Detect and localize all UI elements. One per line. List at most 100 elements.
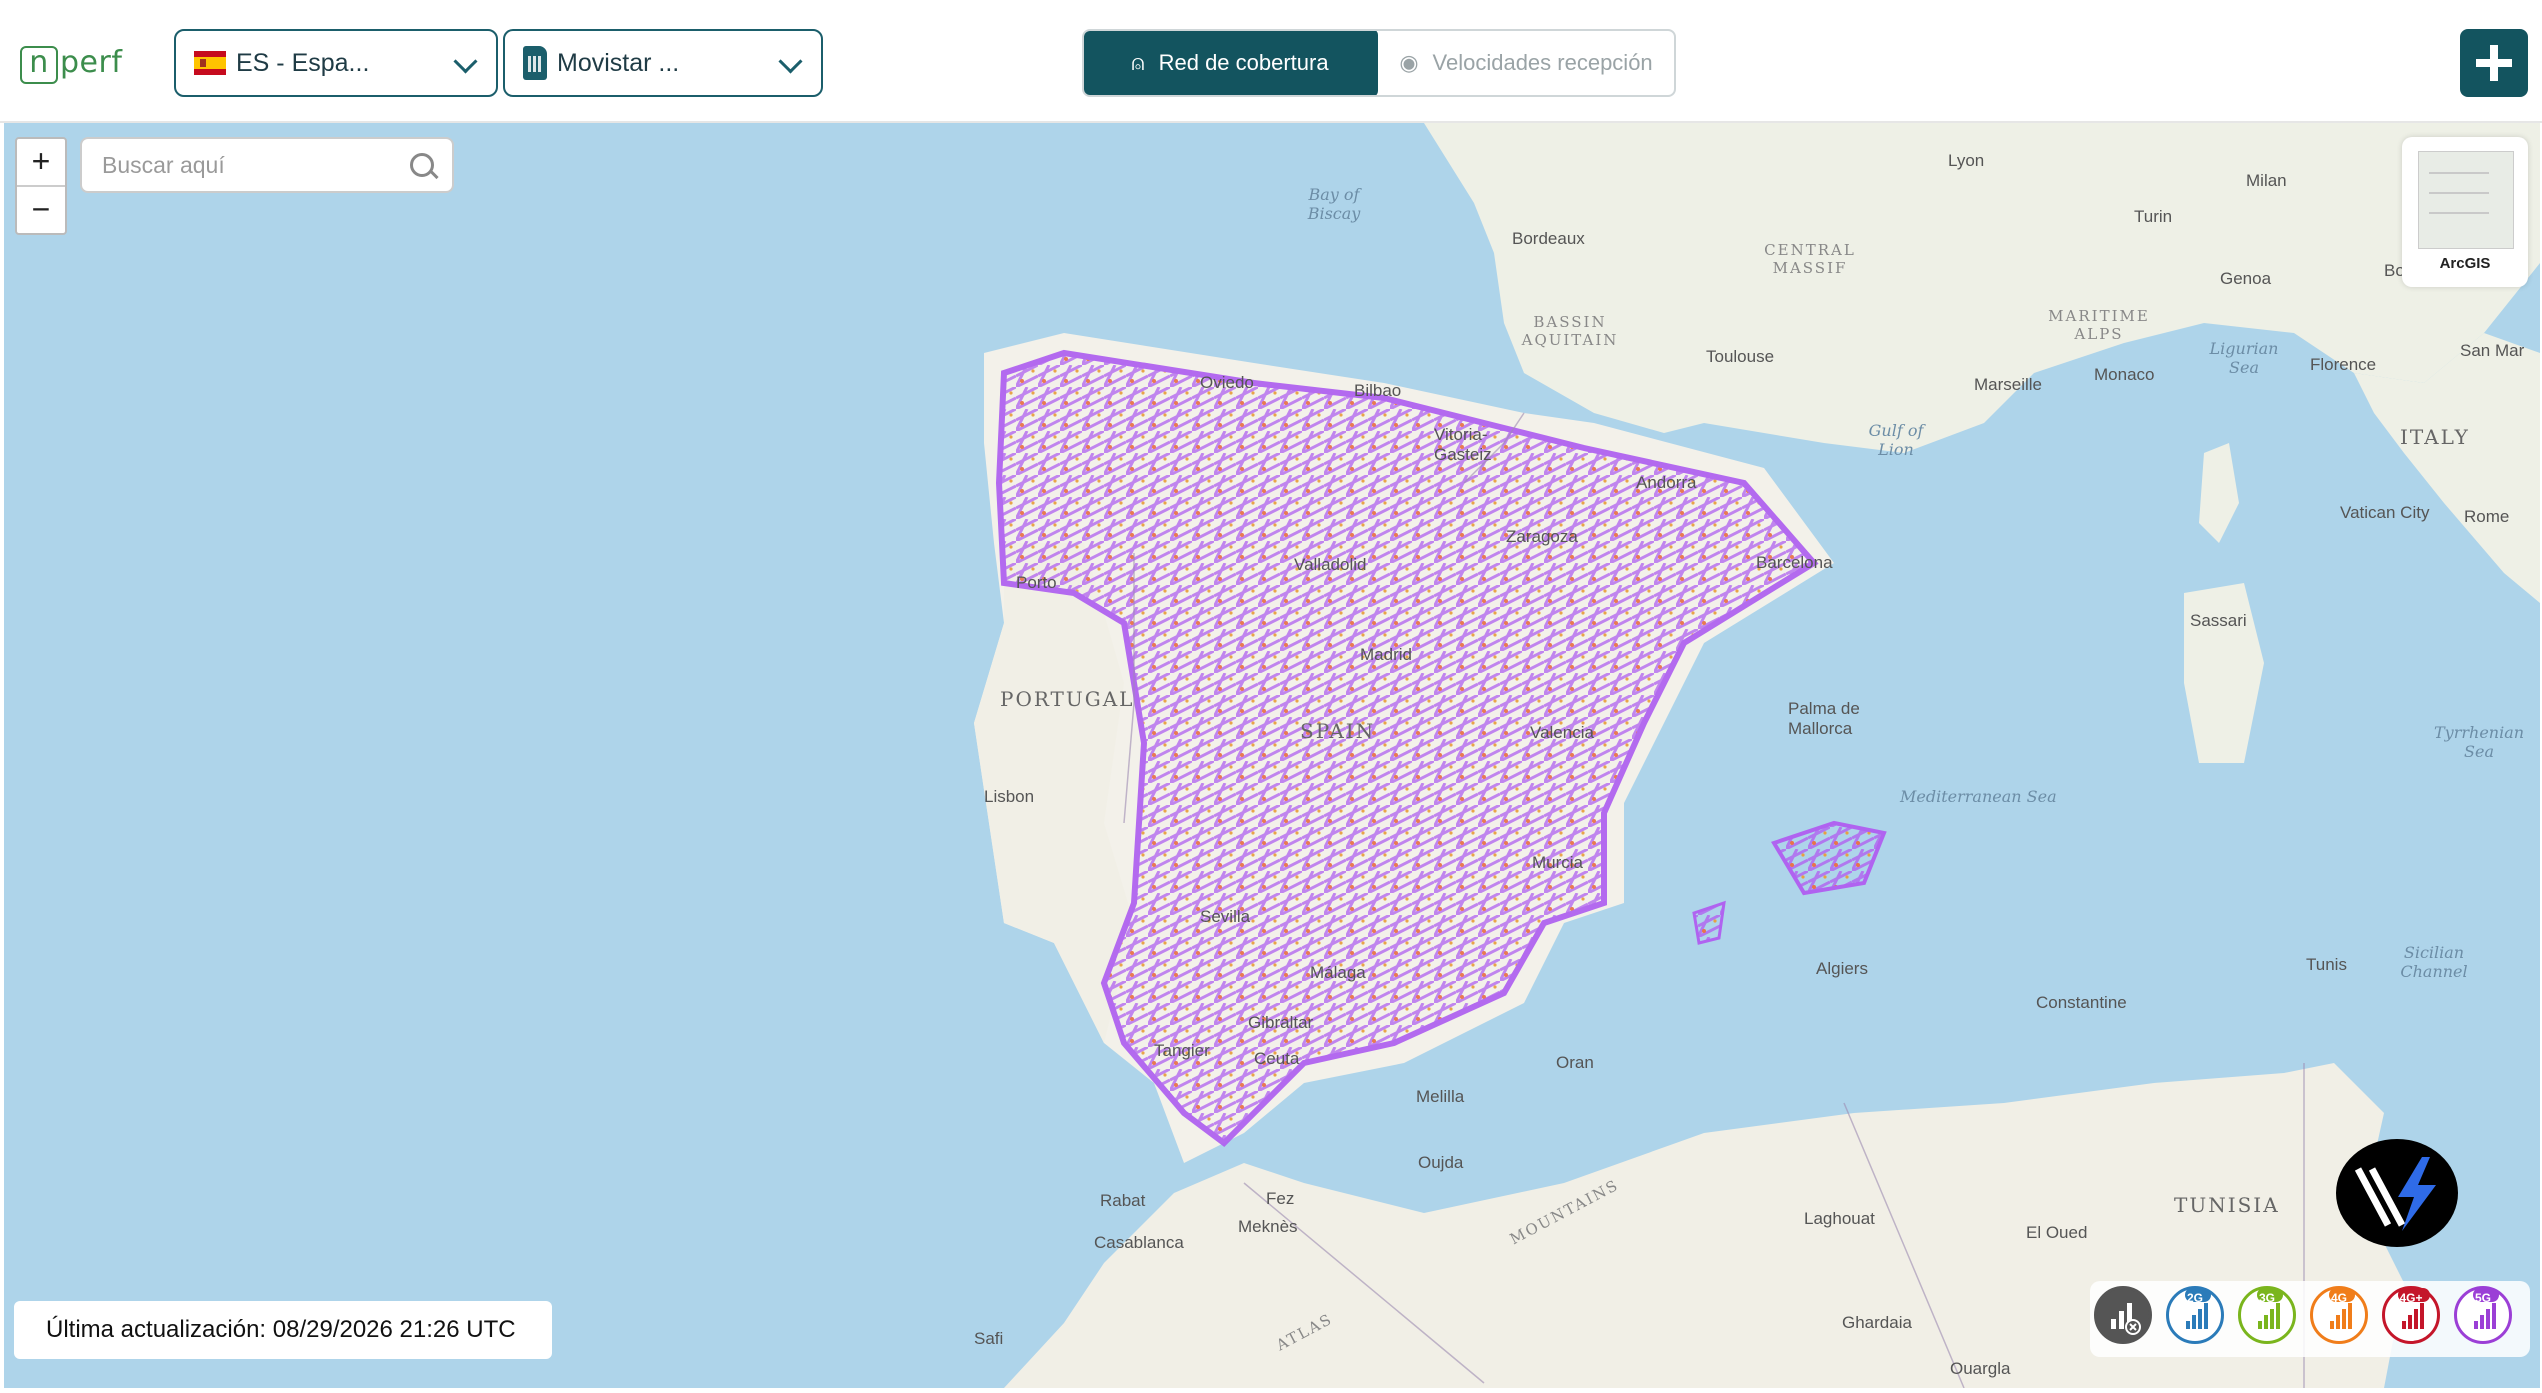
last-update-label: Última actualización: 08/29/2026 21:26 U… xyxy=(14,1301,552,1359)
country-select-label: ES - Espa... xyxy=(236,48,370,77)
map-label: Bordeaux xyxy=(1512,229,1585,248)
operator-select[interactable]: Movistar ... xyxy=(503,29,823,97)
map-label: MARITIME ALPS xyxy=(2048,307,2150,343)
map-label: Rabat xyxy=(1100,1191,1146,1210)
chevron-down-icon xyxy=(453,49,478,74)
map-label: Lisbon xyxy=(984,787,1035,806)
map-label: Oviedo xyxy=(1200,373,1254,392)
map-label: El Oued xyxy=(2026,1223,2088,1242)
operator-select-label: Movistar ... xyxy=(557,48,680,77)
legend-5g[interactable]: 5G xyxy=(2454,1286,2512,1344)
map-label: Genoa xyxy=(2220,269,2272,288)
tab-coverage[interactable]: ⍝ Red de cobertura xyxy=(1084,31,1378,95)
map-label: Ceuta xyxy=(1254,1049,1300,1068)
map-label: Safi xyxy=(974,1329,1004,1348)
map-label: Mediterranean Sea xyxy=(1900,787,2057,806)
speed-pin-icon: ◉ xyxy=(1399,50,1419,75)
exit-fullscreen-button[interactable] xyxy=(2460,29,2528,97)
map-label: Sevilla xyxy=(1200,907,1251,926)
zoom-out-button[interactable]: − xyxy=(17,187,65,233)
legend-4g[interactable]: 4G xyxy=(2310,1286,2368,1344)
spain-flag-icon xyxy=(194,51,226,75)
map-label: Málaga xyxy=(1310,963,1366,982)
map-label: Vitoria-Gasteiz xyxy=(1434,425,1492,464)
chevron-down-icon xyxy=(778,49,803,74)
sardinia-land xyxy=(2184,583,2264,763)
nperf-logo[interactable]: nnperfperf xyxy=(20,44,122,84)
lightning-logo-icon xyxy=(2354,1157,2436,1231)
map-label: Bilbao xyxy=(1354,381,1402,400)
map-label: Rome xyxy=(2464,507,2510,526)
ibiza-coverage xyxy=(1692,900,1726,945)
map-label: Oran xyxy=(1556,1053,1594,1072)
legend-3g[interactable]: 3G xyxy=(2238,1286,2296,1344)
signal-bars-icon xyxy=(2330,1301,2354,1329)
map-label: Marseille xyxy=(1974,375,2043,394)
map-label: Valladolid xyxy=(1294,555,1367,574)
search-input[interactable] xyxy=(100,150,404,180)
collapse-icon-part xyxy=(2493,62,2512,81)
map-label: Tangier xyxy=(1154,1041,1210,1060)
map-label: Melilla xyxy=(1416,1087,1465,1106)
map-label: Laghouat xyxy=(1804,1209,1875,1228)
legend-all-networks[interactable] xyxy=(2094,1286,2152,1344)
map-label: Algiers xyxy=(1816,959,1868,978)
corsica-land xyxy=(2199,443,2239,543)
signal-bars-icon xyxy=(2258,1301,2282,1329)
map-label: Gibraltar xyxy=(1248,1013,1314,1032)
map-label: Bay of Biscay xyxy=(1307,185,1361,223)
zoom-in-button[interactable]: + xyxy=(17,139,65,187)
map-label: Ouargla xyxy=(1950,1359,2011,1378)
map-label: Porto xyxy=(1016,573,1057,592)
map-label: Sicilian Channel xyxy=(2400,943,2468,981)
map-label: Tyrrhenian Sea xyxy=(2434,723,2525,761)
zoom-control: + − xyxy=(15,137,67,235)
map-label: Turin xyxy=(2134,207,2173,226)
signal-bars-icon xyxy=(2186,1301,2210,1329)
map-label: San Mar xyxy=(2460,341,2525,360)
map-label: Florence xyxy=(2310,355,2377,374)
tab-speeds-label: Velocidades recepción xyxy=(1432,50,1653,75)
map-label: Madrid xyxy=(1360,645,1412,664)
map-label: Casablanca xyxy=(1094,1233,1184,1252)
map-label: Zaragoza xyxy=(1506,527,1578,546)
coverage-map[interactable]: Lyon Milan Turin Genoa Bordeaux CENTRAL … xyxy=(4,123,2540,1388)
basemap-switcher[interactable]: ArcGIS xyxy=(2402,137,2528,287)
map-label: Toulouse xyxy=(1706,347,1775,366)
map-label: Sassari xyxy=(2190,611,2247,630)
map-label: Fez xyxy=(1266,1189,1295,1208)
top-bar: nnperfperf ES - Espa... Movistar ... ⍝ R… xyxy=(0,0,2542,123)
map-label: Constantine xyxy=(2036,993,2127,1012)
basemap-label: ArcGIS xyxy=(2439,255,2491,272)
map-label: Meknès xyxy=(1238,1217,1298,1236)
country-select[interactable]: ES - Espa... xyxy=(174,29,498,97)
balearic-coverage xyxy=(1771,820,1887,896)
nperf-app-badge[interactable] xyxy=(2336,1139,2458,1247)
map-label: Tunis xyxy=(2306,955,2347,974)
antenna-icon: ⍝ xyxy=(1131,50,1145,75)
map-label: Gulf of Lion xyxy=(1868,421,1924,459)
map-label: Monaco xyxy=(2094,365,2155,384)
map-label: BASSIN AQUITAIN xyxy=(1521,313,1619,349)
map-label: SPAIN xyxy=(1300,719,1376,743)
map-label: Murcia xyxy=(1532,853,1584,872)
map-label: CENTRAL MASSIF xyxy=(1764,241,1856,277)
tab-coverage-label: Red de cobertura xyxy=(1158,50,1329,75)
search-icon[interactable] xyxy=(410,153,434,177)
tab-speeds[interactable]: ◉ Velocidades recepción xyxy=(1378,31,1674,95)
map-label: TUNISIA xyxy=(2174,1193,2280,1217)
legend-2g[interactable]: 2G xyxy=(2166,1286,2224,1344)
map-label: Milan xyxy=(2246,171,2287,190)
map-label: Andorra xyxy=(1636,473,1697,492)
signal-bars-icon xyxy=(2402,1301,2426,1329)
map-label: Valencia xyxy=(1530,723,1594,742)
map-label: Barcelona xyxy=(1756,553,1833,572)
signal-off-icon xyxy=(2111,1303,2141,1335)
basemap-thumbnail xyxy=(2418,151,2514,249)
map-mode-tabs: ⍝ Red de cobertura ◉ Velocidades recepci… xyxy=(1082,29,1676,97)
legend-4g-plus[interactable]: 4G+ xyxy=(2382,1286,2440,1344)
map-label: Vatican City xyxy=(2340,503,2430,522)
signal-bars-icon xyxy=(2474,1301,2498,1329)
search-box xyxy=(80,137,454,193)
map-label: Lyon xyxy=(1948,151,1985,170)
